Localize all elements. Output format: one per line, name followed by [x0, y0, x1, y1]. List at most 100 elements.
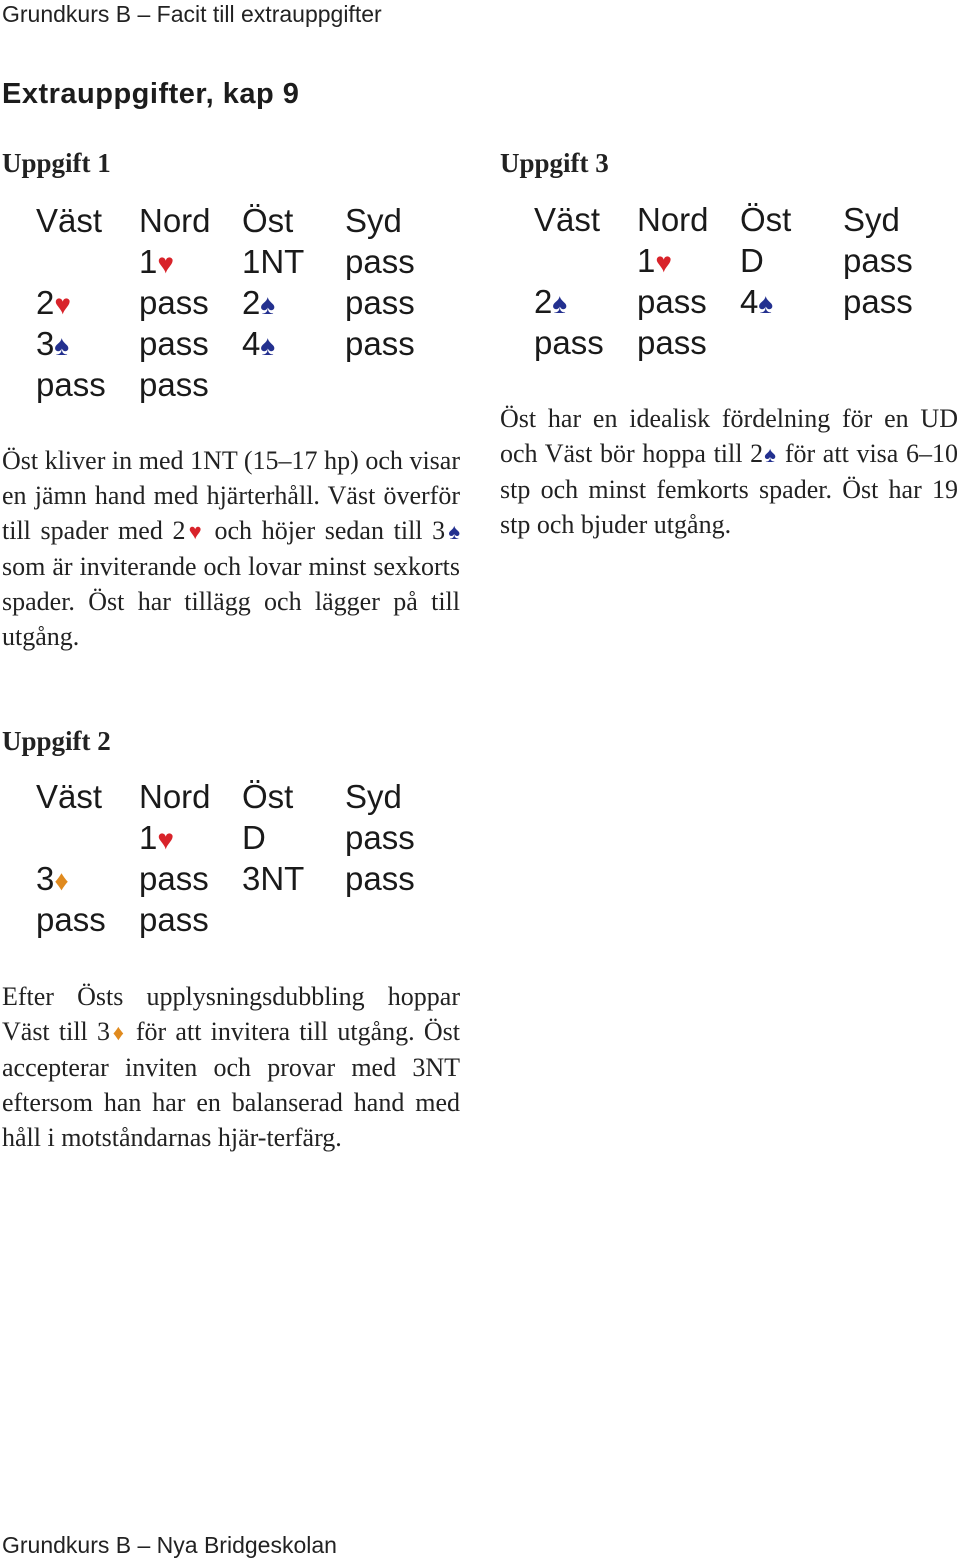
bid-cell: pass	[534, 322, 637, 363]
bid-cell: pass	[843, 240, 946, 281]
bid-cell: 3♠	[36, 323, 139, 364]
bid-text: pass	[345, 860, 415, 897]
bid-cell: pass	[139, 858, 242, 899]
column-header: Syd	[345, 202, 402, 239]
explanation-text: och höjer sedan till 3	[204, 516, 446, 545]
bid-cell: pass	[36, 364, 139, 405]
bid-text: pass	[139, 325, 209, 362]
bid-cell: pass	[345, 323, 448, 364]
bid-cell: pass	[843, 281, 946, 322]
heart-icon: ♥	[157, 824, 174, 855]
bid-cell: pass	[139, 282, 242, 323]
bidding-table: Väst Nord Öst Syd 1♥ 1NT pass 2♥ pass 2♠ pass 3♠ pas…	[36, 200, 448, 405]
bid-text: 3NT	[242, 860, 305, 897]
bid-cell: pass	[345, 817, 448, 858]
bid-cell: 1NT	[242, 241, 345, 282]
column-header: Öst	[242, 202, 294, 239]
bidding-row: 2♠ pass 4♠ pass	[534, 281, 946, 322]
bid-cell: 4♠	[242, 323, 345, 364]
explanation-paragraph: Öst har en idealisk fördelning för en UD…	[500, 401, 958, 542]
bid-cell: D	[242, 817, 345, 858]
column-header: Syd	[843, 201, 900, 238]
bid-text: pass	[637, 324, 707, 361]
bidding-row: 1♥ Dpass	[534, 240, 946, 281]
bidding-row: pass pass	[534, 322, 946, 363]
bid-cell: 2♠	[242, 282, 345, 323]
heart-icon: ♥	[157, 248, 174, 279]
spade-icon: ♠	[552, 288, 568, 319]
bid-text: pass	[345, 243, 415, 280]
running-header: Grundkurs B – Facit till extrauppgifter	[2, 1, 382, 27]
spade-icon: ♠	[758, 288, 774, 319]
spade-icon: ♠	[260, 289, 276, 320]
bid-text: 3	[36, 860, 55, 897]
heart-icon: ♥	[54, 289, 71, 320]
bid-text: 1	[637, 242, 656, 279]
bid-cell	[740, 322, 843, 363]
exercise-title: Uppgift 1	[2, 148, 111, 178]
bidding-row: pass pass	[36, 899, 448, 940]
bid-cell	[345, 364, 448, 405]
bidding-row: pass pass	[36, 364, 448, 405]
bid-cell	[36, 817, 139, 858]
bid-cell: 1♥	[637, 240, 740, 281]
column-header: Väst	[36, 202, 103, 239]
bid-cell: pass	[637, 322, 740, 363]
bid-cell	[36, 241, 139, 282]
bid-text: 4	[740, 283, 759, 320]
bid-text: 1NT	[242, 243, 305, 280]
spade-icon: ♠	[763, 442, 778, 467]
spade-icon: ♠	[54, 330, 70, 361]
bid-text: pass	[843, 283, 913, 320]
bidding-row: 3♠ pass 4♠ pass	[36, 323, 448, 364]
heart-icon: ♥	[185, 519, 205, 544]
explanation-paragraph: Öst kliver in med 1NT (15–17 hp) och vis…	[2, 443, 460, 654]
bid-cell: 4♠	[740, 281, 843, 322]
column-header: Öst	[740, 201, 792, 238]
bid-cell	[534, 240, 637, 281]
bid-text: 2	[534, 283, 553, 320]
bid-text: pass	[843, 242, 913, 279]
column-header: Nord	[637, 201, 709, 238]
bid-cell: pass	[637, 281, 740, 322]
bid-cell: 1♥	[139, 817, 242, 858]
bid-cell	[843, 322, 946, 363]
bid-cell: 2♥	[36, 282, 139, 323]
heart-icon: ♥	[655, 247, 672, 278]
bid-text: pass	[345, 819, 415, 856]
exercise-2: Uppgift 2 Väst Nord Öst Syd 1♥ Dpass 3♦ pass 3NT…	[2, 726, 462, 1206]
bid-cell: pass	[345, 858, 448, 899]
bidding-table: Väst Nord Öst Syd 1♥ Dpass 3♦ pass 3NT pass pass pa…	[36, 776, 448, 940]
bid-cell: pass	[36, 899, 139, 940]
column-header: Syd	[345, 778, 402, 815]
bid-text: pass	[345, 325, 415, 362]
bid-text: pass	[139, 366, 209, 403]
bid-text: pass	[345, 284, 415, 321]
bid-cell: 2♠	[534, 281, 637, 322]
bid-cell: pass	[345, 282, 448, 323]
bid-text: 1	[139, 819, 158, 856]
exercise-1: Uppgift 1 Väst Nord Öst Syd 1♥ 1NT pass 2♥ pass 2…	[2, 148, 462, 668]
bidding-header-row: Väst Nord Öst Syd	[36, 776, 448, 817]
bidding-header-row: Väst Nord Öst Syd	[534, 199, 946, 240]
column-header: Öst	[242, 778, 294, 815]
diamond-icon: ♦	[54, 865, 69, 896]
exercise-title: Uppgift 2	[2, 726, 111, 756]
bid-cell: pass	[139, 323, 242, 364]
bid-cell: 3NT	[242, 858, 345, 899]
bid-cell: pass	[139, 899, 242, 940]
bidding-row: 1♥ 1NT pass	[36, 241, 448, 282]
bid-cell	[242, 364, 345, 405]
spade-icon: ♠	[445, 519, 461, 544]
running-footer: Grundkurs B – Nya Bridgeskolan	[2, 1532, 337, 1558]
bidding-row: 3♦ pass 3NT pass	[36, 858, 448, 899]
bid-text: pass	[139, 284, 209, 321]
bid-cell	[242, 899, 345, 940]
bid-cell: pass	[345, 241, 448, 282]
bidding-header-row: Väst Nord Öst Syd	[36, 200, 448, 241]
bid-text: D	[242, 819, 266, 856]
bidding-row: 2♥ pass 2♠ pass	[36, 282, 448, 323]
explanation-paragraph: Efter Östs upplysningsdubbling hoppar Vä…	[2, 979, 460, 1155]
bid-text: pass	[139, 901, 209, 938]
bid-text: 4	[242, 325, 261, 362]
